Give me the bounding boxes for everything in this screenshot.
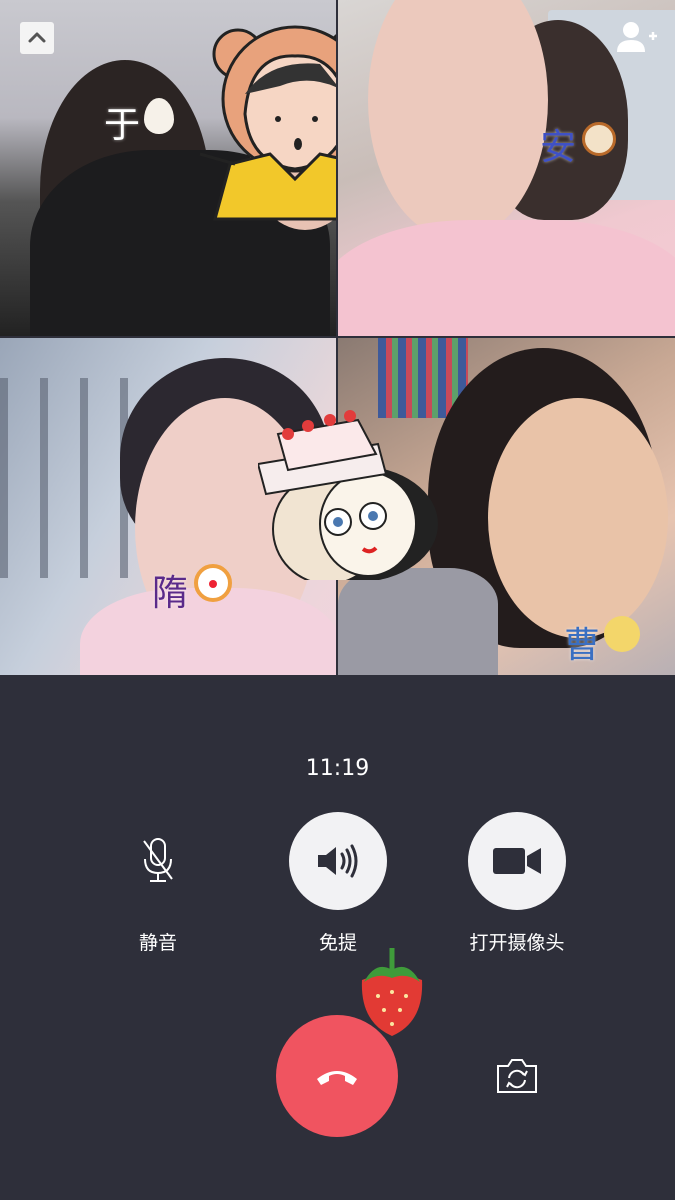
clown-face-emoji (194, 564, 232, 602)
egg-emoji (144, 98, 174, 134)
participant-shirt (338, 568, 498, 675)
switch-camera-button[interactable] (494, 1056, 540, 1096)
camera-label: 打开摄像头 (469, 932, 565, 954)
call-duration: 11:19 (305, 756, 370, 781)
chevron-up-icon (28, 32, 46, 43)
participant-name: 隋 (152, 573, 189, 614)
participant-face (488, 398, 668, 638)
switch-camera-icon (497, 1059, 537, 1093)
strawberry-sticker (361, 948, 423, 1036)
phone-hangup-icon (317, 1071, 357, 1085)
speaker-button[interactable]: 免提 (258, 812, 418, 955)
cake-girl-sticker (258, 410, 438, 580)
participant-name: 安 (540, 127, 577, 168)
minimize-button[interactable] (20, 22, 54, 54)
participant-shirt (338, 220, 675, 336)
camera-button[interactable]: 打开摄像头 (437, 812, 597, 955)
camera-button-circle (468, 812, 566, 910)
mute-button[interactable]: 静音 (78, 812, 238, 955)
participant-name: 于 (104, 105, 141, 146)
video-grid: 于 安 隋 曹 (0, 0, 675, 675)
monkey-boy-sticker (199, 25, 336, 221)
speaker-button-circle (289, 812, 387, 910)
add-participant-button[interactable] (615, 18, 659, 58)
speaker-icon (318, 844, 358, 878)
add-user-icon (617, 22, 657, 52)
mute-label: 静音 (138, 932, 177, 954)
microphone-muted-icon (143, 838, 173, 882)
dog-face-emoji (582, 122, 616, 156)
participant-name: 曹 (564, 625, 601, 666)
mute-button-circle (109, 812, 207, 910)
video-camera-icon (493, 848, 541, 874)
full-moon-face-emoji (604, 616, 640, 652)
